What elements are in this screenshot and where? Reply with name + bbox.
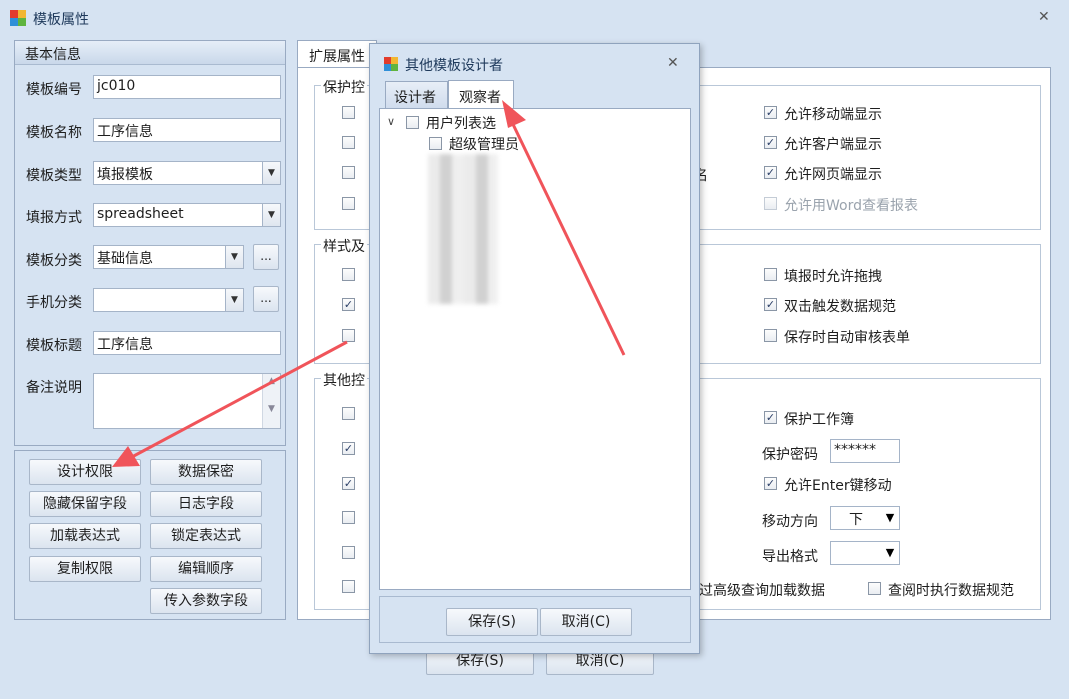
annotation-arrows xyxy=(112,100,626,467)
arrow-to-design-button xyxy=(129,340,348,460)
arrowhead-icon xyxy=(502,100,526,128)
arrow-to-observer-tab xyxy=(508,117,626,356)
